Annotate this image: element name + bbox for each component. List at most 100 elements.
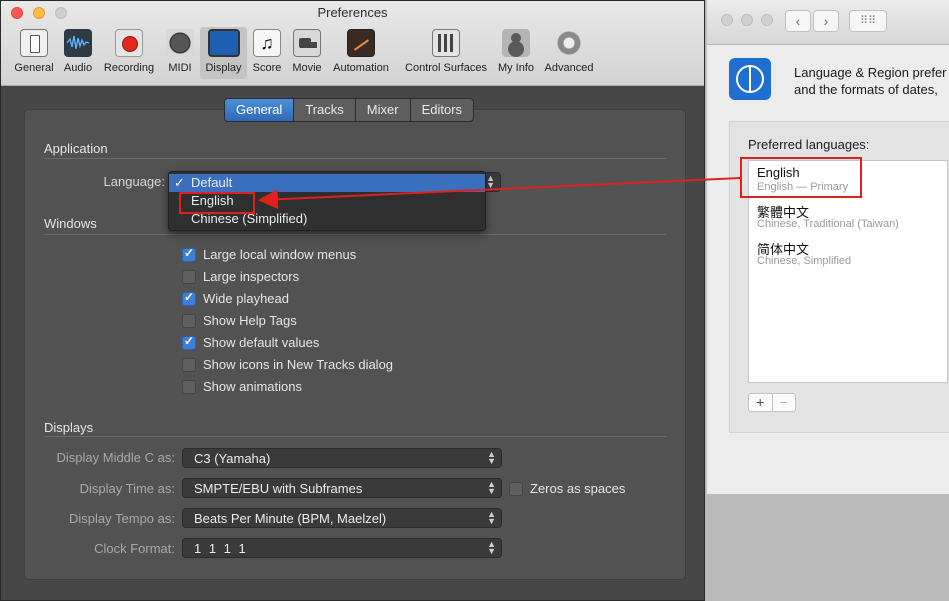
general-icon — [20, 29, 48, 57]
minimize-button[interactable] — [741, 14, 753, 26]
menu-item-label: Default — [191, 175, 233, 190]
middle-c-label: Display Middle C as: — [56, 450, 176, 465]
back-button[interactable]: ‹ — [785, 10, 811, 32]
highlight-box-english-menu — [179, 192, 255, 214]
language-region-window: ‹ › ⠿⠿ Language & Region prefer and the … — [706, 0, 949, 495]
clock-format-popup[interactable]: 1 1 1 1 ▲ ▼ — [182, 538, 502, 558]
tab-general[interactable]: General — [225, 99, 295, 121]
display-time-value: SMPTE/EBU with Subframes — [194, 481, 363, 496]
display-time-popup[interactable]: SMPTE/EBU with Subframes ▲ ▼ — [182, 478, 502, 498]
advanced-icon — [555, 29, 583, 57]
toolbar-label: General — [14, 62, 54, 74]
automation-icon — [347, 29, 375, 57]
close-button[interactable] — [721, 14, 733, 26]
titlebar: Preferences General Audio Recording MIDI… — [1, 1, 704, 86]
add-language-button[interactable]: + — [749, 394, 772, 411]
toolbar-midi[interactable]: MIDI — [162, 27, 198, 79]
checkbox-unchecked — [182, 314, 196, 328]
checkbox-box — [509, 482, 523, 496]
toolbar-score[interactable]: ♫ Score — [249, 27, 285, 79]
globe-icon — [729, 58, 771, 100]
checkbox-unchecked — [182, 380, 196, 394]
toolbar-general[interactable]: General — [9, 27, 59, 79]
control-surfaces-icon — [432, 29, 460, 57]
toolbar-label: Advanced — [544, 62, 594, 74]
show-all-grid-button[interactable]: ⠿⠿ — [849, 10, 887, 32]
checkbox-checked — [182, 290, 196, 306]
toolbar-label: Display — [205, 62, 242, 74]
toolbar-label: Recording — [103, 62, 155, 74]
display-tempo-value: Beats Per Minute (BPM, Maelzel) — [194, 511, 387, 526]
toolbar-automation[interactable]: Automation — [328, 27, 394, 79]
toolbar-my-info[interactable]: My Info — [495, 27, 537, 79]
language-sub: Chinese, Traditional (Taiwan) — [757, 218, 899, 230]
option-label: Large inspectors — [203, 269, 300, 284]
clock-format-value: 1 1 1 1 — [194, 541, 246, 556]
display-tempo-popup[interactable]: Beats Per Minute (BPM, Maelzel) ▲ ▼ — [182, 508, 502, 528]
toolbar-display[interactable]: Display — [200, 27, 247, 79]
midi-icon — [166, 29, 194, 57]
option-label: Wide playhead — [203, 291, 289, 306]
language-label: Language: — [103, 174, 165, 189]
recording-icon — [115, 29, 143, 57]
checkmark-icon: ✓ — [174, 175, 185, 190]
tab-editors[interactable]: Editors — [411, 99, 473, 121]
highlight-box-english-list — [740, 157, 862, 198]
checkbox-checked — [182, 246, 196, 262]
titlebar: ‹ › ⠿⠿ — [707, 0, 949, 45]
checkbox-unchecked — [182, 358, 196, 372]
divider — [44, 436, 666, 437]
zeros-as-spaces-label: Zeros as spaces — [530, 481, 626, 496]
updown-arrows-icon: ▲ ▼ — [487, 509, 496, 526]
description-line: and the formats of dates, — [794, 82, 938, 97]
option-label: Large local window menus — [203, 247, 357, 262]
toolbar-label: My Info — [497, 62, 535, 74]
language-sub: Chinese, Simplified — [757, 255, 852, 267]
middle-c-popup[interactable]: C3 (Yamaha) ▲ ▼ — [182, 448, 502, 468]
windows-heading: Windows — [44, 216, 97, 231]
clock-format-label: Clock Format: — [94, 541, 175, 556]
display-time-label: Display Time as: — [79, 481, 175, 496]
checkbox-checked — [182, 334, 196, 350]
segmented-tabs: General Tracks Mixer Editors — [224, 98, 475, 122]
preferences-window: Preferences General Audio Recording MIDI… — [0, 0, 705, 601]
remove-language-button[interactable]: − — [771, 394, 796, 411]
middle-c-value: C3 (Yamaha) — [194, 451, 271, 466]
application-heading: Application — [44, 141, 108, 156]
option-label: Show animations — [203, 379, 302, 394]
updown-arrows-icon: ▲ ▼ — [487, 479, 496, 496]
tab-tracks[interactable]: Tracks — [294, 99, 356, 121]
divider — [44, 158, 666, 159]
option-label: Show icons in New Tracks dialog — [203, 357, 394, 372]
toolbar-movie[interactable]: Movie — [289, 27, 325, 79]
description-line: Language & Region prefer — [794, 65, 947, 80]
toolbar-label: Score — [252, 62, 282, 74]
toolbar-label: Movie — [292, 62, 322, 74]
tab-mixer[interactable]: Mixer — [356, 99, 411, 121]
display-icon — [207, 29, 240, 57]
updown-arrows-icon: ▲ ▼ — [487, 539, 496, 556]
updown-arrows-icon: ▲ ▼ — [487, 449, 496, 466]
preferred-languages-heading: Preferred languages: — [748, 137, 870, 152]
option-label: Show default values — [203, 335, 320, 350]
forward-button[interactable]: › — [813, 10, 839, 32]
window-title: Preferences — [317, 5, 388, 20]
display-tempo-label: Display Tempo as: — [69, 511, 175, 526]
toolbar-audio[interactable]: Audio — [60, 27, 96, 79]
menu-item-default[interactable]: ✓ Default — [169, 174, 485, 192]
audio-icon — [64, 29, 92, 57]
updown-arrows-icon: ▲ ▼ — [486, 173, 495, 190]
toolbar-control-surfaces[interactable]: Control Surfaces — [397, 27, 495, 79]
toolbar-label: MIDI — [168, 62, 192, 74]
movie-icon — [293, 29, 321, 57]
toolbar-label: Control Surfaces — [405, 62, 487, 74]
toolbar-label: Audio — [63, 62, 93, 74]
add-remove-buttons: + − — [748, 393, 796, 412]
toolbar-label: Automation — [333, 62, 389, 74]
option-label: Show Help Tags — [203, 313, 297, 328]
toolbar-recording[interactable]: Recording — [99, 27, 159, 79]
zoom-button[interactable] — [761, 14, 773, 26]
score-icon: ♫ — [253, 29, 281, 57]
divider — [44, 234, 666, 235]
toolbar-advanced[interactable]: Advanced — [541, 27, 597, 79]
